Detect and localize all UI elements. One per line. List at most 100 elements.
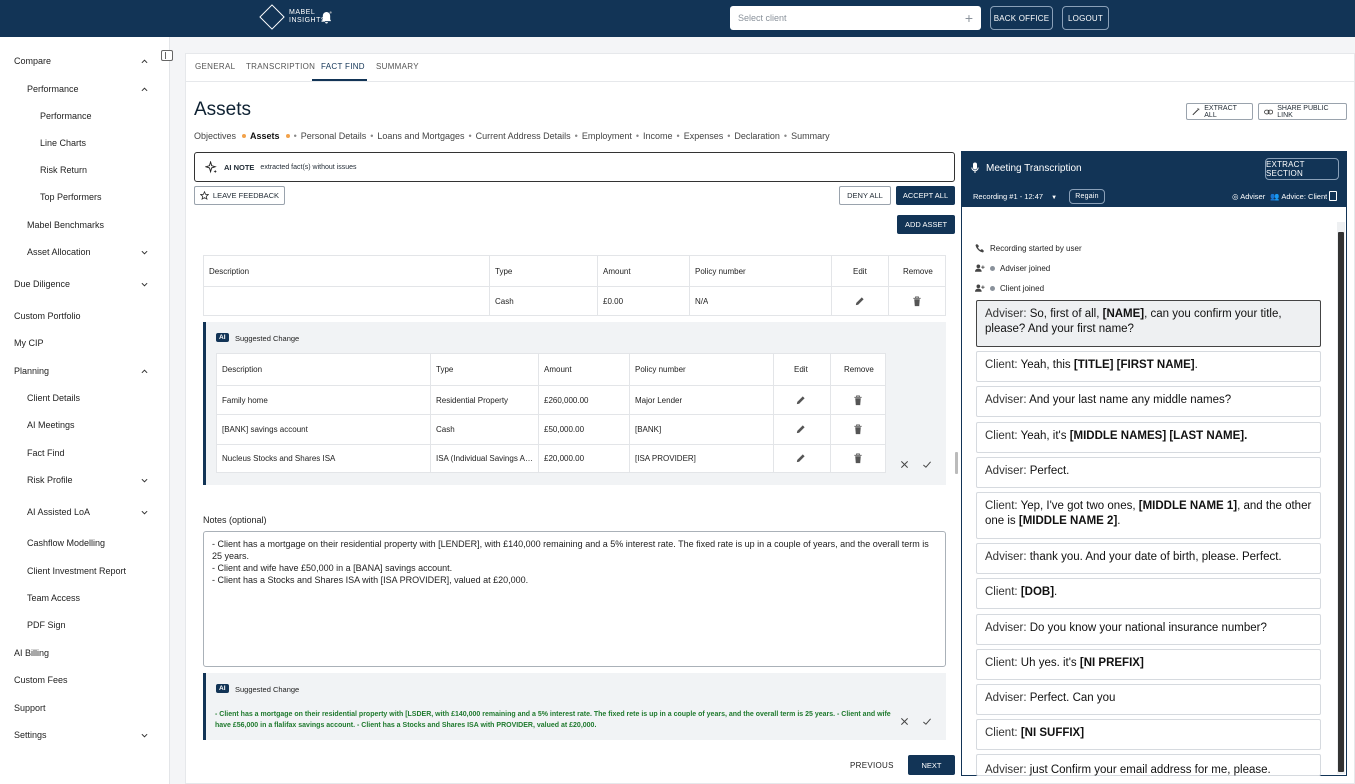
- breadcrumb-loans[interactable]: Loans and Mortgages: [377, 131, 464, 141]
- star-icon: [199, 191, 209, 200]
- sidebar-item-cashflow-modelling[interactable]: Cashflow Modelling: [0, 538, 170, 552]
- transcript-message[interactable]: Client: Yeah, it's [MIDDLE NAMES] [LAST …: [976, 422, 1321, 453]
- breadcrumb-separator: •: [727, 131, 731, 141]
- client-select[interactable]: Select client +: [730, 6, 981, 30]
- sidebar-item-ai-meetings[interactable]: AI Meetings: [0, 420, 170, 434]
- resize-handle[interactable]: [955, 452, 958, 474]
- pencil-icon[interactable]: [795, 395, 806, 406]
- check-icon[interactable]: [922, 717, 932, 726]
- extract-section-button[interactable]: EXTRACT SECTION: [1265, 158, 1339, 180]
- sidebar-item-asset-allocation[interactable]: Asset Allocation: [0, 247, 170, 261]
- transcript-message[interactable]: Client: Uh yes. it's [NI PREFIX]: [976, 649, 1321, 680]
- sidebar-item-fact-find[interactable]: Fact Find: [0, 448, 170, 462]
- sidebar-item-support[interactable]: Support: [0, 703, 170, 717]
- trash-icon[interactable]: [853, 453, 863, 464]
- sidebar-item-risk-return[interactable]: Risk Return: [0, 165, 170, 179]
- sidebar-item-my-cip[interactable]: My CIP: [0, 338, 170, 352]
- pencil-icon[interactable]: [795, 424, 806, 435]
- breadcrumb-income[interactable]: Income: [643, 131, 673, 141]
- accept-all-button[interactable]: ACCEPT ALL: [896, 186, 955, 205]
- notes-textarea[interactable]: - Client has a mortgage on their residen…: [203, 531, 946, 667]
- sidebar-item-due-diligence[interactable]: Due Diligence: [0, 279, 170, 293]
- close-icon[interactable]: [900, 460, 909, 469]
- trash-icon[interactable]: [912, 296, 922, 307]
- column-header-amount: Amount: [544, 365, 572, 374]
- logout-button[interactable]: LOGOUT: [1062, 6, 1109, 30]
- tab-transcription[interactable]: TRANSCRIPTION: [246, 62, 315, 71]
- table-divider: [216, 444, 886, 445]
- sidebar-item-compare[interactable]: Compare: [0, 56, 170, 70]
- tab-summary[interactable]: SUMMARY: [376, 62, 419, 71]
- sidebar-item-ai-assisted-loa[interactable]: AI Assisted LoA: [0, 507, 170, 521]
- copy-icon[interactable]: [1329, 191, 1337, 201]
- transcript-message[interactable]: Client: Yeah, this [TITLE] [FIRST NAME].: [976, 351, 1321, 382]
- close-icon[interactable]: [900, 717, 909, 726]
- chevron-up-icon: [141, 369, 148, 374]
- check-icon[interactable]: [922, 460, 932, 469]
- column-header-description: Description: [209, 267, 250, 276]
- pencil-icon[interactable]: [854, 296, 865, 307]
- previous-button[interactable]: PREVIOUS: [850, 761, 894, 770]
- sidebar-item-planning[interactable]: Planning: [0, 366, 170, 380]
- add-asset-button[interactable]: ADD ASSET: [897, 215, 955, 234]
- breadcrumb-objectives[interactable]: Objectives: [194, 131, 236, 141]
- transcript-message[interactable]: Adviser: Perfect. Can you: [976, 684, 1321, 715]
- trash-icon[interactable]: [853, 424, 863, 435]
- sidebar-item-mabel-benchmarks[interactable]: Mabel Benchmarks: [0, 220, 170, 234]
- transcript-message[interactable]: Adviser: So, first of all, [NAME], can y…: [976, 300, 1321, 347]
- leave-feedback-button[interactable]: LEAVE FEEDBACK: [194, 186, 285, 205]
- breadcrumb-expenses[interactable]: Expenses: [684, 131, 724, 141]
- sidebar-item-client-investment-report[interactable]: Client Investment Report: [0, 566, 170, 580]
- breadcrumb-summary[interactable]: Summary: [791, 131, 830, 141]
- pencil-icon[interactable]: [795, 453, 806, 464]
- back-office-button[interactable]: BACK OFFICE: [990, 6, 1053, 30]
- sidebar-item-custom-fees[interactable]: Custom Fees: [0, 675, 170, 689]
- share-public-link-button[interactable]: SHARE PUBLIC LINK: [1258, 103, 1347, 120]
- sidebar-item-team-access[interactable]: Team Access: [0, 593, 170, 607]
- mabel-logo[interactable]: MABEL INSIGHTS: [259, 4, 326, 30]
- chevron-down-icon: [141, 282, 148, 287]
- client-tag: Advice: Client: [1281, 192, 1328, 201]
- sidebar-item-risk-profile[interactable]: Risk Profile: [0, 475, 170, 489]
- sidebar-item-performance-group[interactable]: Performance: [0, 84, 170, 98]
- collapse-sidebar-icon[interactable]: [161, 50, 173, 61]
- sidebar-item-custom-portfolio[interactable]: Custom Portfolio: [0, 311, 170, 325]
- transcript-message[interactable]: Adviser: Do you know your national insur…: [976, 614, 1321, 645]
- breadcrumb-assets[interactable]: Assets: [250, 131, 280, 141]
- recording-select[interactable]: Recording #1 - 12:47 ▼: [973, 192, 1057, 201]
- transcript-message[interactable]: Adviser: just Confirm your email address…: [976, 754, 1321, 776]
- transcript-message[interactable]: Client: [DOB].: [976, 578, 1321, 609]
- breadcrumb-declaration[interactable]: Declaration: [734, 131, 780, 141]
- sidebar-item-top-performers[interactable]: Top Performers: [0, 192, 170, 206]
- sidebar-item-performance[interactable]: Performance: [0, 111, 170, 125]
- sidebar-item-pdf-sign[interactable]: PDF Sign: [0, 620, 170, 634]
- sidebar-item-client-details[interactable]: Client Details: [0, 393, 170, 407]
- transcript-scroll-thumb[interactable]: [1338, 232, 1344, 772]
- transcript-message[interactable]: Client: [NI SUFFIX]: [976, 719, 1321, 750]
- tabs-divider: [185, 81, 1355, 82]
- transcript-message[interactable]: Adviser: And your last name any middle n…: [976, 386, 1321, 417]
- transcript-message[interactable]: Adviser: thank you. And your date of bir…: [976, 543, 1321, 574]
- breadcrumb-employment[interactable]: Employment: [582, 131, 632, 141]
- transcript-message[interactable]: Adviser: Perfect.: [976, 457, 1321, 488]
- breadcrumb-personal-details[interactable]: Personal Details: [301, 131, 367, 141]
- tab-fact-find[interactable]: FACT FIND: [321, 62, 365, 71]
- breadcrumb-address[interactable]: Current Address Details: [476, 131, 571, 141]
- sidebar-item-line-charts[interactable]: Line Charts: [0, 138, 170, 152]
- next-button[interactable]: NEXT: [908, 755, 955, 775]
- deny-all-button[interactable]: DENY ALL: [839, 186, 891, 205]
- bell-icon[interactable]: [321, 11, 332, 24]
- column-header-type: Type: [436, 365, 454, 374]
- adviser-tag: Adviser: [1240, 192, 1266, 201]
- sidebar-item-settings[interactable]: Settings: [0, 730, 170, 744]
- column-header-amount: Amount: [603, 267, 631, 276]
- transcript-message[interactable]: Client: Yep, I've got two ones, [MIDDLE …: [976, 492, 1321, 539]
- plus-icon[interactable]: +: [965, 10, 973, 26]
- extract-all-button[interactable]: EXTRACT ALL: [1186, 103, 1253, 120]
- regain-button[interactable]: Regain: [1069, 189, 1105, 204]
- sidebar-item-ai-billing[interactable]: AI Billing: [0, 648, 170, 662]
- event-text: Adviser joined: [1000, 263, 1051, 273]
- trash-icon[interactable]: [853, 395, 863, 406]
- client-select-placeholder: Select client: [738, 13, 787, 23]
- tab-general[interactable]: GENERAL: [195, 62, 235, 71]
